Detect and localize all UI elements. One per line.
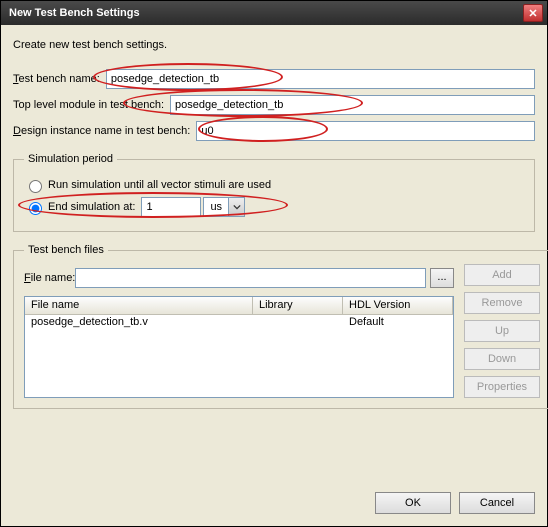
col-library[interactable]: Library — [253, 297, 343, 314]
unit-value: us — [204, 201, 228, 213]
ok-button[interactable]: OK — [375, 492, 451, 514]
dialog-buttons: OK Cancel — [375, 492, 535, 514]
toplevel-label: Top level module in test bench: — [13, 99, 164, 111]
files-table[interactable]: File name Library HDL Version posedge_de… — [24, 296, 454, 398]
cell-filename: posedge_detection_tb.v — [25, 315, 253, 332]
intro-text: Create new test bench settings. — [13, 39, 535, 51]
radio-run-until[interactable]: Run simulation until all vector stimuli … — [24, 177, 524, 193]
row-tbname: Test bench name: — [13, 69, 535, 89]
row-toplevel: Top level module in test bench: — [13, 95, 535, 115]
add-button[interactable]: Add — [464, 264, 540, 286]
toplevel-input[interactable] — [170, 95, 535, 115]
design-label: Design instance name in test bench: — [13, 125, 190, 137]
window-title: New Test Bench Settings — [9, 7, 140, 19]
up-button[interactable]: Up — [464, 320, 540, 342]
simulation-period-group: Simulation period Run simulation until a… — [13, 153, 535, 232]
design-input[interactable] — [196, 121, 535, 141]
radio-end-at[interactable]: End simulation at: us — [24, 197, 524, 217]
cancel-button[interactable]: Cancel — [459, 492, 535, 514]
col-hdlversion[interactable]: HDL Version — [343, 297, 453, 314]
radio-end-input[interactable] — [29, 202, 42, 215]
row-design: Design instance name in test bench: — [13, 121, 535, 141]
filename-input[interactable] — [75, 268, 426, 288]
files-legend: Test bench files — [24, 244, 108, 256]
test-bench-files-group: Test bench files File name: ... File nam… — [13, 244, 548, 409]
table-row[interactable]: posedge_detection_tb.v Default — [25, 315, 453, 332]
filename-label: File name: — [24, 272, 75, 284]
tbname-input[interactable] — [106, 69, 535, 89]
remove-button[interactable]: Remove — [464, 292, 540, 314]
simulation-legend: Simulation period — [24, 153, 117, 165]
cell-library — [253, 315, 343, 332]
down-button[interactable]: Down — [464, 348, 540, 370]
file-buttons: Add Remove Up Down Properties — [464, 264, 540, 398]
titlebar: New Test Bench Settings ✕ — [1, 1, 547, 25]
close-button[interactable]: ✕ — [523, 4, 543, 22]
radio-run-input[interactable] — [29, 180, 42, 193]
unit-select[interactable]: us — [203, 197, 245, 217]
browse-button[interactable]: ... — [430, 268, 454, 288]
end-time-input[interactable] — [141, 197, 201, 217]
cell-hdl: Default — [343, 315, 453, 332]
filename-row: File name: ... — [24, 268, 454, 288]
radio-end-label: End simulation at: — [48, 201, 135, 213]
properties-button[interactable]: Properties — [464, 376, 540, 398]
col-filename[interactable]: File name — [25, 297, 253, 314]
table-header: File name Library HDL Version — [25, 297, 453, 315]
close-icon: ✕ — [528, 7, 537, 20]
radio-run-label: Run simulation until all vector stimuli … — [48, 179, 271, 191]
dialog-window: New Test Bench Settings ✕ Create new tes… — [0, 0, 548, 527]
chevron-down-icon[interactable] — [228, 198, 244, 216]
tbname-label: Test bench name: — [13, 73, 100, 85]
